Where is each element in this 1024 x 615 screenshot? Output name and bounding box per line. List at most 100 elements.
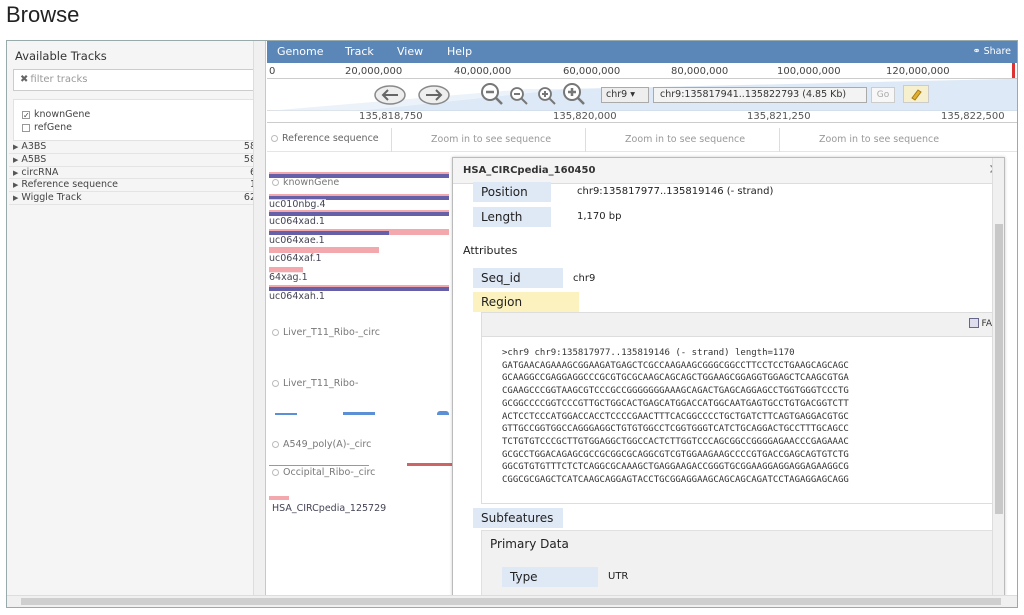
feature-detail-dialog: HSA_CIRCpedia_160450 ✕ Position chr9:135… [452, 157, 1005, 607]
position-value: chr9:135817977..135819146 (- strand) [577, 186, 774, 197]
track-name: Liver_T11_Ribo-_circ [283, 327, 380, 338]
horizontal-scrollbar[interactable] [7, 595, 1017, 607]
category-label: A5BS [21, 153, 47, 165]
ruler-tick: 0 [269, 66, 276, 77]
expand-triangle-icon[interactable]: ▶ [13, 194, 18, 202]
occipital-track-label[interactable]: Occipital_Ribo-_circ [272, 467, 375, 478]
sequence-toolbar: FA [482, 313, 994, 337]
filter-tracks-input[interactable]: ✖ filter tracks [13, 69, 254, 91]
known-gene-track-label[interactable]: knownGene [272, 177, 339, 188]
track-name: A549_poly(A)-_circ [283, 439, 372, 450]
expand-triangle-icon[interactable]: ▶ [13, 169, 18, 177]
reference-track-label[interactable]: Reference sequence [271, 133, 379, 144]
overview-ruler[interactable]: 0 20,000,000 40,000,000 60,000,000 80,00… [267, 63, 1017, 79]
expand-triangle-icon[interactable]: ▶ [13, 143, 18, 151]
filter-placeholder: filter tracks [30, 74, 88, 85]
chromosome-value: chr9 [606, 89, 628, 100]
ruler-tick: 120,000,000 [886, 66, 950, 77]
highlighter-icon [911, 89, 922, 101]
liver-circ-track-label[interactable]: Liver_T11_Ribo-_circ [272, 327, 380, 338]
chromosome-select[interactable]: chr9 ▾ [601, 87, 649, 103]
subfeatures-label: Subfeatures [473, 508, 563, 528]
track-close-icon[interactable] [272, 380, 279, 387]
menu-help[interactable]: Help [447, 45, 472, 58]
circ-feature[interactable] [407, 463, 452, 466]
feature-label[interactable]: uc064xah.1 [269, 291, 325, 302]
sequence-line: GCAAGGCCGAGGAGGCCCGCGTGCGCAAGCAGCAGCTGGA… [502, 373, 849, 384]
ruler-tick: 100,000,000 [777, 66, 841, 77]
sequence-line: GCGGCCCCGGTCCCGTTGCTGGCACTGAGCATGGACCATG… [502, 398, 849, 409]
zoom-out-icon[interactable] [509, 86, 529, 106]
feature-label[interactable]: uc064xae.1 [269, 235, 325, 246]
feature-label[interactable]: uc010nbg.4 [269, 199, 326, 210]
genome-browser: Available Tracks ✖ filter tracks ✓ knownG… [6, 40, 1018, 608]
track-close-icon[interactable] [272, 329, 279, 336]
feature-label[interactable]: HSA_CIRCpedia_125729 [272, 503, 387, 514]
fasta-button[interactable]: FA [969, 318, 992, 329]
highlight-button[interactable] [903, 85, 929, 103]
pan-left-icon[interactable] [373, 84, 407, 106]
zoom-out-large-icon[interactable] [479, 81, 505, 107]
position-label: Position [473, 182, 551, 202]
scrollbar-thumb[interactable] [995, 224, 1003, 514]
zoom-in-icon[interactable] [537, 86, 557, 106]
menu-track[interactable]: Track [345, 45, 374, 58]
location-input[interactable]: chr9:135817941..135822793 (4.85 Kb) [653, 87, 867, 103]
circ-feature-bar[interactable] [269, 496, 289, 500]
track-category[interactable]: ▶Reference sequence1 [9, 179, 256, 193]
sequence-line: GCGCCTGGACAGAGCGCCGCGGCGCAGGCGTCGTGGAAGA… [502, 449, 849, 460]
block-divider [391, 128, 392, 152]
menu-genome[interactable]: Genome [277, 45, 323, 58]
expand-triangle-icon[interactable]: ▶ [13, 181, 18, 189]
track-close-icon[interactable] [272, 441, 279, 448]
share-button[interactable]: ⚭ Share [973, 46, 1011, 57]
track-close-icon[interactable] [271, 135, 278, 142]
a549-track-label[interactable]: A549_poly(A)-_circ [272, 439, 371, 450]
feature-label[interactable]: 64xag.1 [269, 272, 308, 283]
sequence-line: TCTGTGTCCCGCTTGTGGAGGCTGGCCACTCTTGGTCCCA… [502, 436, 849, 447]
category-label: A3BS [21, 141, 47, 152]
track-category[interactable]: ▶ A5BS 58 [9, 154, 256, 167]
sidebar-scrollbar[interactable] [253, 41, 265, 595]
sequence-line: GGCGTGTGTTTCTCTCAGGCGCAAAGCTGAGGAAGACCGG… [502, 462, 849, 473]
track-name: Occipital_Ribo-_circ [283, 467, 376, 478]
track-close-icon[interactable] [272, 469, 279, 476]
primary-data-heading: Primary Data [490, 537, 569, 551]
checkbox-checked-icon[interactable]: ✓ [22, 110, 30, 119]
track-close-icon[interactable] [272, 179, 279, 186]
feature-label[interactable]: uc064xaf.1 [269, 253, 322, 264]
scrollbar-thumb[interactable] [21, 598, 1001, 605]
page-title: Browse [6, 2, 80, 27]
seqid-value: chr9 [573, 273, 596, 284]
track-checkbox-row[interactable]: refGene [22, 121, 253, 134]
dialog-scrollbar[interactable] [992, 158, 1004, 607]
category-label: Wiggle Track [21, 192, 82, 204]
panel-title: Available Tracks [15, 49, 107, 63]
ruler-tick: 40,000,000 [454, 66, 512, 77]
feature-label[interactable]: uc064xad.1 [269, 216, 325, 227]
clear-filter-icon[interactable]: ✖ [20, 74, 28, 85]
region-sequence-label: Region sequence [473, 292, 579, 329]
category-label: Reference sequence [21, 179, 119, 191]
track-category[interactable]: ▶circRNA6 [9, 167, 256, 180]
wiggle-signal [343, 412, 375, 415]
track-category[interactable]: ▶ A3BS 58 [9, 141, 256, 154]
zoom-in-large-icon[interactable] [561, 81, 587, 107]
sequence-line: CGAAGCCCGGTAAGCGTCCCGCCGGGGGGGAAAGCAGACT… [502, 386, 849, 397]
go-button[interactable]: Go [871, 87, 895, 103]
track-checkbox-row[interactable]: ✓ knownGene [22, 108, 253, 121]
checkbox-icon[interactable] [22, 123, 30, 132]
track-checkbox-label: knownGene [34, 109, 91, 120]
menu-view[interactable]: View [397, 45, 423, 58]
track-category-list: ▶A3BS58 ▶A5BS58 ▶circRNA6 ▶Reference seq… [9, 141, 256, 205]
ruler-tick: 60,000,000 [563, 66, 621, 77]
track-category[interactable]: ▶ Wiggle Track 62 [9, 192, 256, 205]
track-selector-panel: Available Tracks ✖ filter tracks ✓ knownG… [7, 41, 266, 607]
expand-triangle-icon[interactable]: ▶ [13, 156, 18, 164]
liver-track-label[interactable]: Liver_T11_Ribo- [272, 378, 358, 389]
dialog-title: HSA_CIRCpedia_160450 [463, 165, 596, 176]
menu-bar: Genome Track View Help ⚭ Share [267, 41, 1017, 63]
pan-right-icon[interactable] [417, 84, 451, 106]
dropdown-arrow-icon: ▾ [630, 89, 636, 100]
track-checkbox-label: refGene [34, 122, 72, 133]
